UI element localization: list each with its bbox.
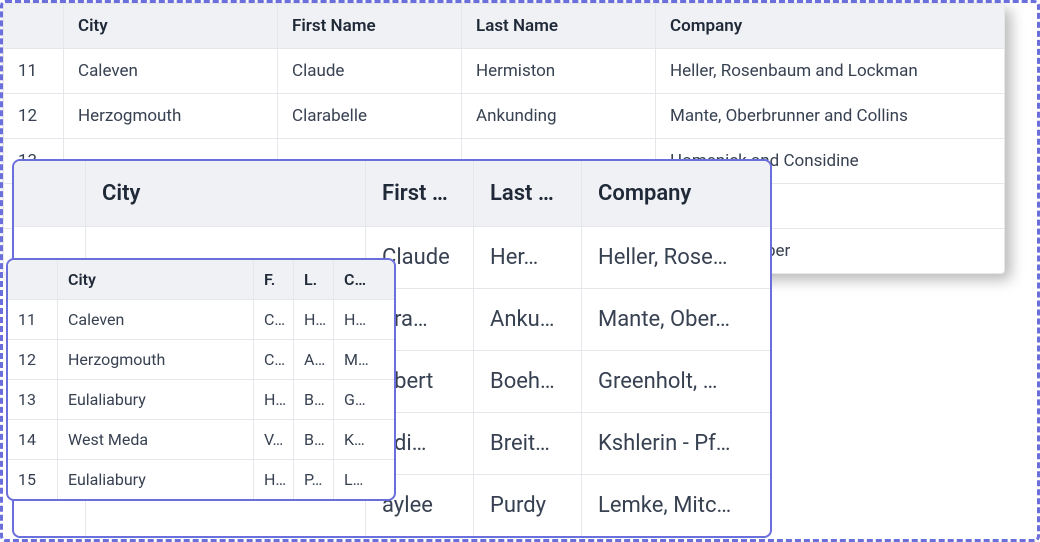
column-header-last-name[interactable]: Last Name — [462, 4, 656, 48]
column-header-company[interactable]: Company — [582, 161, 770, 226]
cell-company: H… — [334, 300, 386, 339]
cell-first-name: H… — [254, 380, 294, 419]
column-header-first-name[interactable]: First … — [366, 161, 474, 226]
cell-city: Caleven — [64, 49, 278, 93]
cell-company: Mante, Ober… — [582, 289, 770, 350]
cell-first-name: Claude — [278, 49, 462, 93]
column-header-index[interactable] — [8, 260, 58, 299]
cell-row-index: 14 — [8, 420, 58, 459]
cell-last-name: Purdy — [474, 475, 582, 536]
cell-row-index: 12 — [8, 340, 58, 379]
cell-row-index: 11 — [8, 300, 58, 339]
cell-city: West Meda — [58, 420, 254, 459]
table-row[interactable]: 12 Herzogmouth C… A… M… — [8, 340, 394, 380]
cell-last-name: Hermiston — [462, 49, 656, 93]
column-header-last-name[interactable]: Last … — [474, 161, 582, 226]
cell-first-name: Clarabelle — [278, 94, 462, 138]
cell-last-name: B… — [294, 380, 334, 419]
cell-company: G… — [334, 380, 386, 419]
cell-city: Herzogmouth — [64, 94, 278, 138]
table-header-row: City First … Last … Company — [14, 161, 770, 227]
column-header-company[interactable]: C… — [334, 260, 386, 299]
cell-company: L… — [334, 460, 386, 499]
cell-company: Heller, Rosenbaum and Lockman — [656, 49, 1004, 93]
cell-row-index: 15 — [8, 460, 58, 499]
table-row[interactable]: 12 Herzogmouth Clarabelle Ankunding Mant… — [4, 94, 1004, 139]
cell-city: Herzogmouth — [58, 340, 254, 379]
cell-company: M… — [334, 340, 386, 379]
column-header-company[interactable]: Company — [656, 4, 1004, 48]
cell-last-name: B… — [294, 420, 334, 459]
cell-last-name: H… — [294, 300, 334, 339]
column-header-city[interactable]: City — [86, 161, 366, 226]
column-header-index[interactable] — [14, 161, 86, 226]
table-row[interactable]: 15 Eulaliabury H… P… L… — [8, 460, 394, 499]
column-header-first-name[interactable]: F. — [254, 260, 294, 299]
cell-last-name: Ankunding — [462, 94, 656, 138]
table-row[interactable]: 11 Caleven C… H… H… — [8, 300, 394, 340]
cell-last-name: Her… — [474, 227, 582, 288]
cell-company: Kshlerin - Pf… — [582, 413, 770, 474]
data-grid-small: City F. L. C… 11 Caleven C… H… H… 12 Her… — [6, 258, 396, 501]
cell-company: K… — [334, 420, 386, 459]
cell-city: Eulaliabury — [58, 380, 254, 419]
cell-first-name: C… — [254, 300, 294, 339]
cell-first-name: V… — [254, 420, 294, 459]
table-row[interactable]: 13 Eulaliabury H… B… G… — [8, 380, 394, 420]
cell-row-index: 11 — [4, 49, 64, 93]
table-row[interactable]: 11 Caleven Claude Hermiston Heller, Rose… — [4, 49, 1004, 94]
cell-company: Greenholt, … — [582, 351, 770, 412]
cell-city: Caleven — [58, 300, 254, 339]
cell-last-name: Anku… — [474, 289, 582, 350]
column-header-last-name[interactable]: L. — [294, 260, 334, 299]
cell-company: Mante, Oberbrunner and Collins — [656, 94, 1004, 138]
cell-row-index: 12 — [4, 94, 64, 138]
cell-row-index: 13 — [8, 380, 58, 419]
cell-last-name: P… — [294, 460, 334, 499]
table-header-row: City First Name Last Name Company — [4, 4, 1004, 49]
cell-city: Eulaliabury — [58, 460, 254, 499]
cell-company: Heller, Rose… — [582, 227, 770, 288]
table-row[interactable]: 14 West Meda V… B… K… — [8, 420, 394, 460]
column-header-city[interactable]: City — [58, 260, 254, 299]
column-header-city[interactable]: City — [64, 4, 278, 48]
cell-last-name: Boeh… — [474, 351, 582, 412]
table-header-row: City F. L. C… — [8, 260, 394, 300]
cell-first-name: C… — [254, 340, 294, 379]
column-header-index[interactable] — [4, 4, 64, 48]
cell-last-name: A… — [294, 340, 334, 379]
cell-first-name: H… — [254, 460, 294, 499]
column-header-first-name[interactable]: First Name — [278, 4, 462, 48]
cell-company: Lemke, Mitc… — [582, 475, 770, 536]
cell-last-name: Breit… — [474, 413, 582, 474]
